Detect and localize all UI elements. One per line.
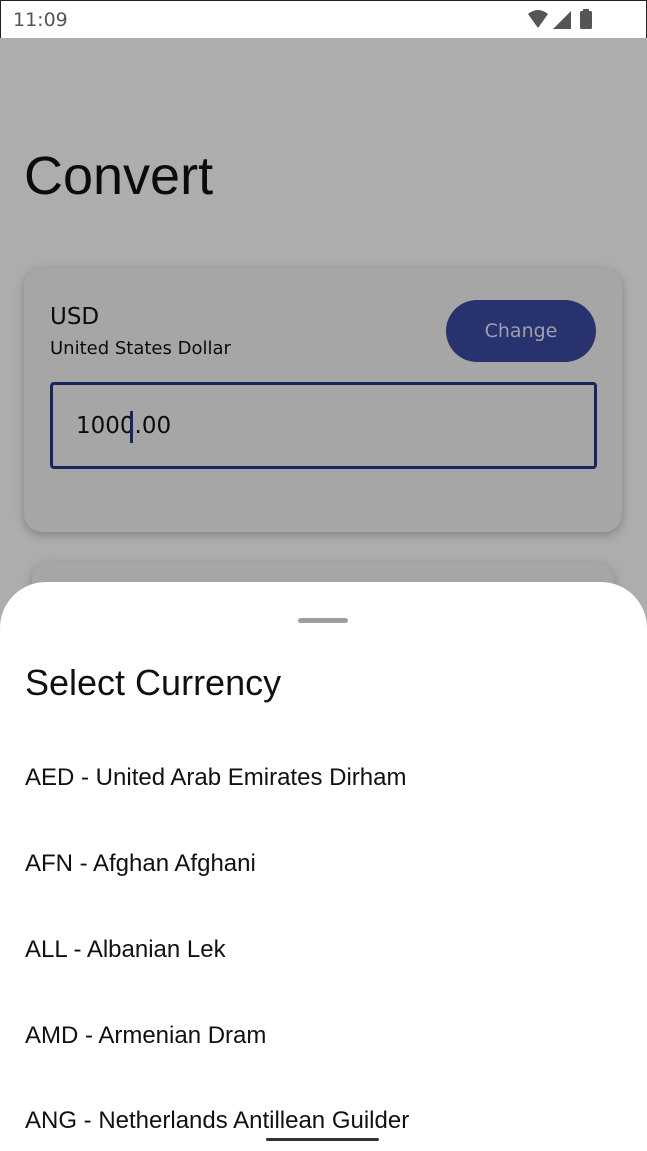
select-currency-sheet: Select Currency AED - United Arab Emirat…: [0, 582, 647, 1151]
battery-icon: [580, 11, 592, 29]
sheet-title: Select Currency: [25, 662, 282, 703]
home-indicator[interactable]: [266, 1138, 379, 1141]
signal-icon: [553, 11, 571, 29]
status-bar: 11:09: [0, 0, 647, 38]
currency-item-aed[interactable]: AED - United Arab Emirates Dirham: [25, 764, 406, 792]
currency-item-ang[interactable]: ANG - Netherlands Antillean Guilder: [25, 1107, 409, 1135]
currency-item-amd[interactable]: AMD - Armenian Dram: [25, 1022, 266, 1050]
status-time: 11:09: [13, 9, 68, 31]
currency-item-all[interactable]: ALL - Albanian Lek: [25, 936, 226, 964]
status-icons: [528, 9, 592, 29]
wifi-icon: [528, 10, 548, 28]
currency-item-afn[interactable]: AFN - Afghan Afghani: [25, 850, 256, 878]
drag-handle[interactable]: [298, 618, 348, 623]
